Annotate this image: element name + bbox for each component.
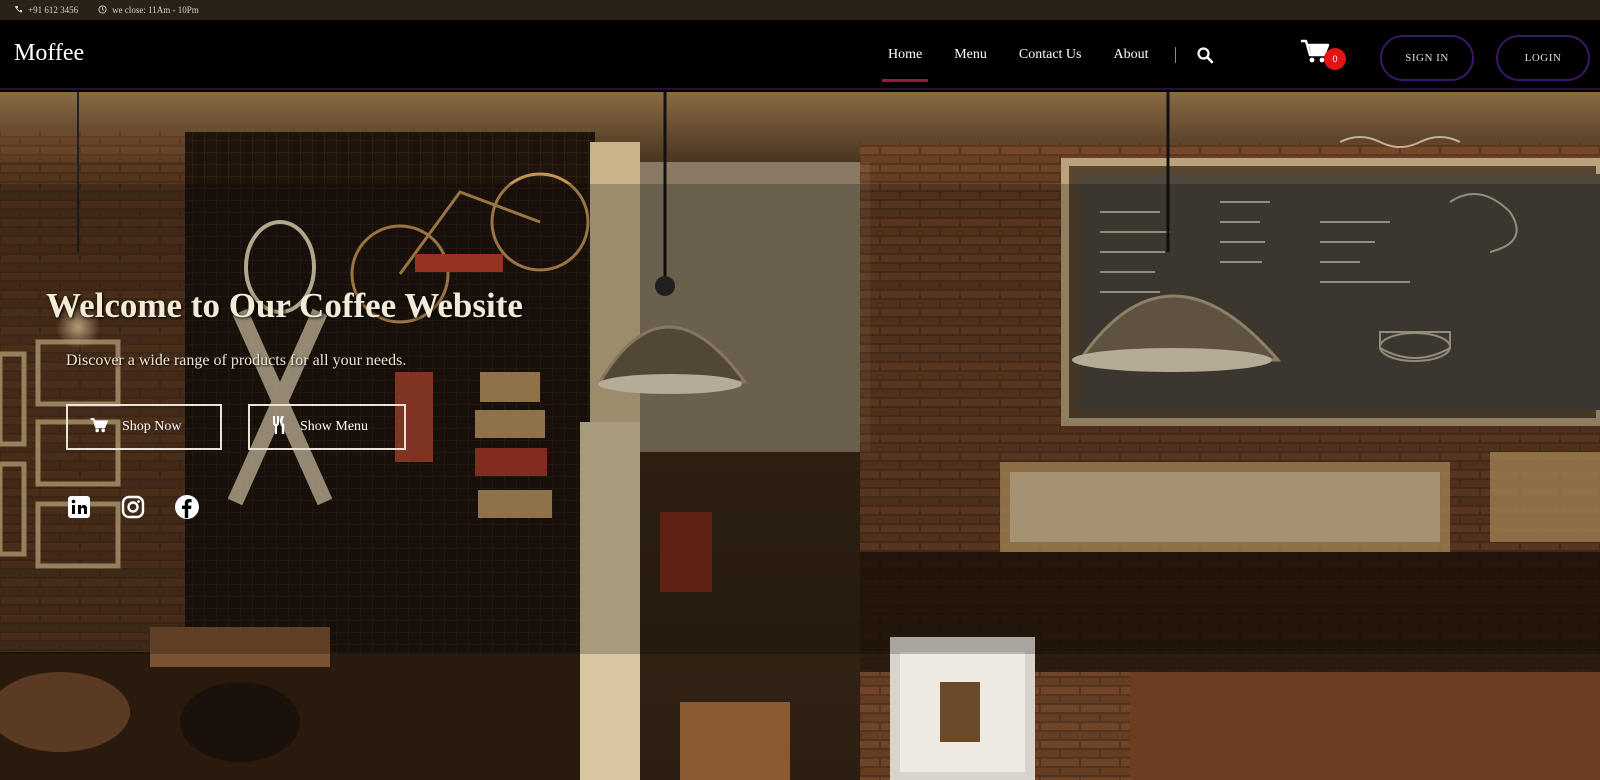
hours-info: we close: 11Am - 10Pm xyxy=(98,4,199,16)
sign-in-button[interactable]: SIGN IN xyxy=(1380,35,1474,81)
brand-logo[interactable]: Moffee xyxy=(14,40,84,67)
hero-buttons: Shop Now Show Menu xyxy=(66,404,646,450)
search-icon[interactable] xyxy=(1192,42,1218,68)
cart-button[interactable]: 0 xyxy=(1300,36,1346,76)
utensils-icon xyxy=(272,414,286,439)
phone-text: +91 612 3456 xyxy=(28,5,79,15)
top-info-bar: +91 612 3456 we close: 11Am - 10Pm xyxy=(0,0,1600,20)
shop-now-button[interactable]: Shop Now xyxy=(66,404,222,450)
hero-title: Welcome to Our Coffee Website xyxy=(46,286,523,325)
social-links xyxy=(66,494,646,520)
nav-about[interactable]: About xyxy=(1098,20,1165,90)
login-button[interactable]: LOGIN xyxy=(1496,35,1590,81)
facebook-icon[interactable] xyxy=(174,494,200,520)
hero-content: Welcome to Our Coffee Website Discover a… xyxy=(46,286,646,520)
hero-subtitle: Discover a wide range of products for al… xyxy=(66,352,407,369)
show-menu-button[interactable]: Show Menu xyxy=(248,404,406,450)
nav-menu[interactable]: Menu xyxy=(938,20,1003,90)
linkedin-icon[interactable] xyxy=(66,494,92,520)
instagram-icon[interactable] xyxy=(120,494,146,520)
phone-info: +91 612 3456 xyxy=(14,5,78,16)
shop-now-label: Shop Now xyxy=(122,419,182,434)
phone-icon xyxy=(14,5,23,16)
clock-icon xyxy=(98,4,107,16)
nav-divider xyxy=(1174,47,1176,63)
nav-contact[interactable]: Contact Us xyxy=(1003,20,1098,90)
cart-count-badge: 0 xyxy=(1324,48,1346,70)
nav-home[interactable]: Home xyxy=(872,20,938,90)
hours-text: we close: 11Am - 10Pm xyxy=(112,5,199,15)
navbar: Moffee Home Menu Contact Us About 0 SIGN… xyxy=(0,20,1600,90)
nav-links: Home Menu Contact Us About xyxy=(872,20,1218,90)
cart-icon xyxy=(90,417,109,438)
show-menu-label: Show Menu xyxy=(300,419,369,434)
